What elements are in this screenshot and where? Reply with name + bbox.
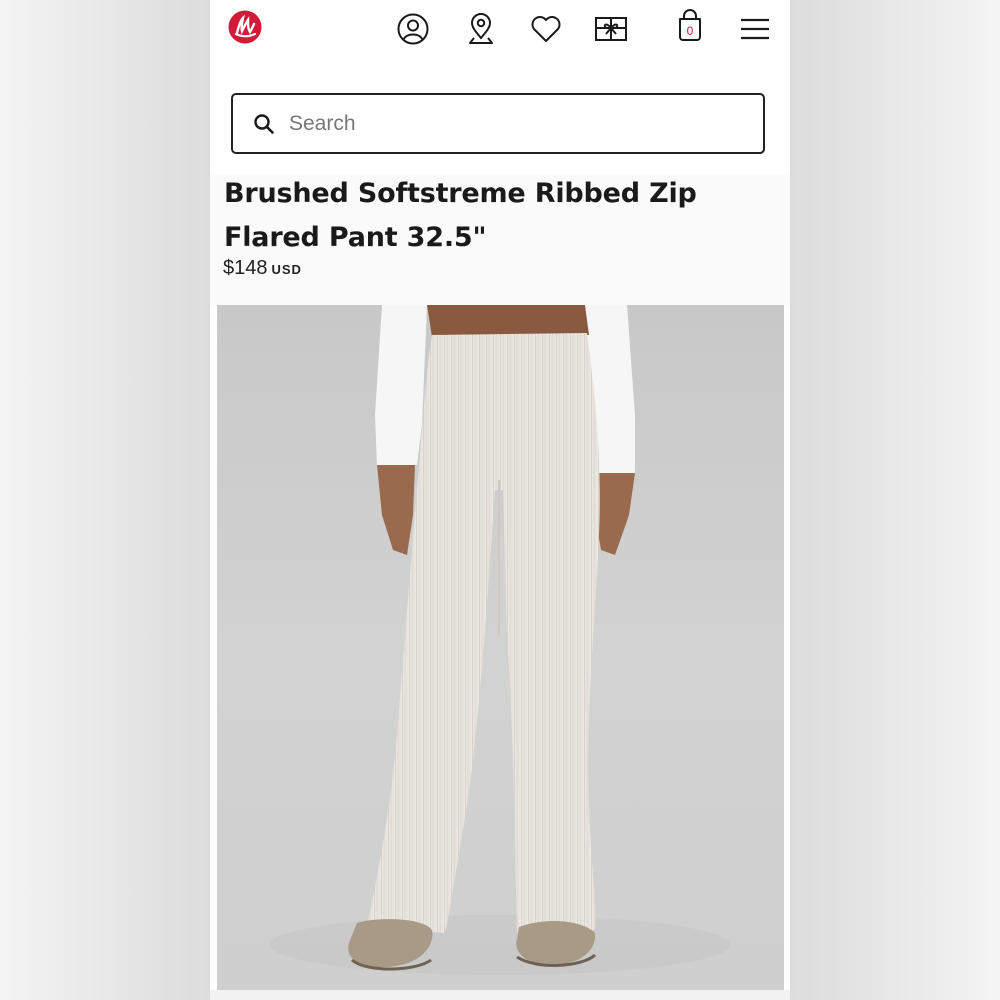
- store-locator-icon[interactable]: [464, 12, 498, 46]
- lululemon-logo-icon: [228, 10, 262, 44]
- search-input[interactable]: [287, 110, 711, 137]
- product-photo-illustration: [217, 305, 784, 990]
- wishlist-heart-icon[interactable]: [529, 12, 563, 46]
- menu-hamburger-icon[interactable]: [738, 12, 772, 46]
- product-info: Brushed Softstreme Ribbed Zip Flared Pan…: [210, 175, 790, 305]
- product-image[interactable]: [217, 305, 784, 990]
- search-section: [210, 60, 790, 175]
- price-amount: $148: [223, 257, 268, 279]
- gift-card-icon[interactable]: [594, 12, 628, 46]
- shopping-bag-icon[interactable]: 0: [673, 9, 707, 43]
- blurred-background-right: [790, 0, 1000, 1000]
- bag-count-badge: 0: [686, 24, 694, 38]
- blurred-background-left: [0, 0, 210, 1000]
- bottom-divider: [210, 990, 790, 1000]
- search-icon: [254, 113, 274, 134]
- account-icon[interactable]: [396, 12, 430, 46]
- product-title: Brushed Softstreme Ribbed Zip Flared Pan…: [224, 178, 697, 253]
- product-price: $148 USD: [223, 257, 302, 280]
- price-currency: USD: [271, 262, 302, 277]
- mobile-page: 0 Brushed Softstreme Ribbed Zip Flared P…: [210, 0, 790, 1000]
- top-navigation-bar: 0: [210, 0, 790, 60]
- search-bar[interactable]: [231, 93, 765, 154]
- brand-logo[interactable]: [228, 10, 262, 44]
